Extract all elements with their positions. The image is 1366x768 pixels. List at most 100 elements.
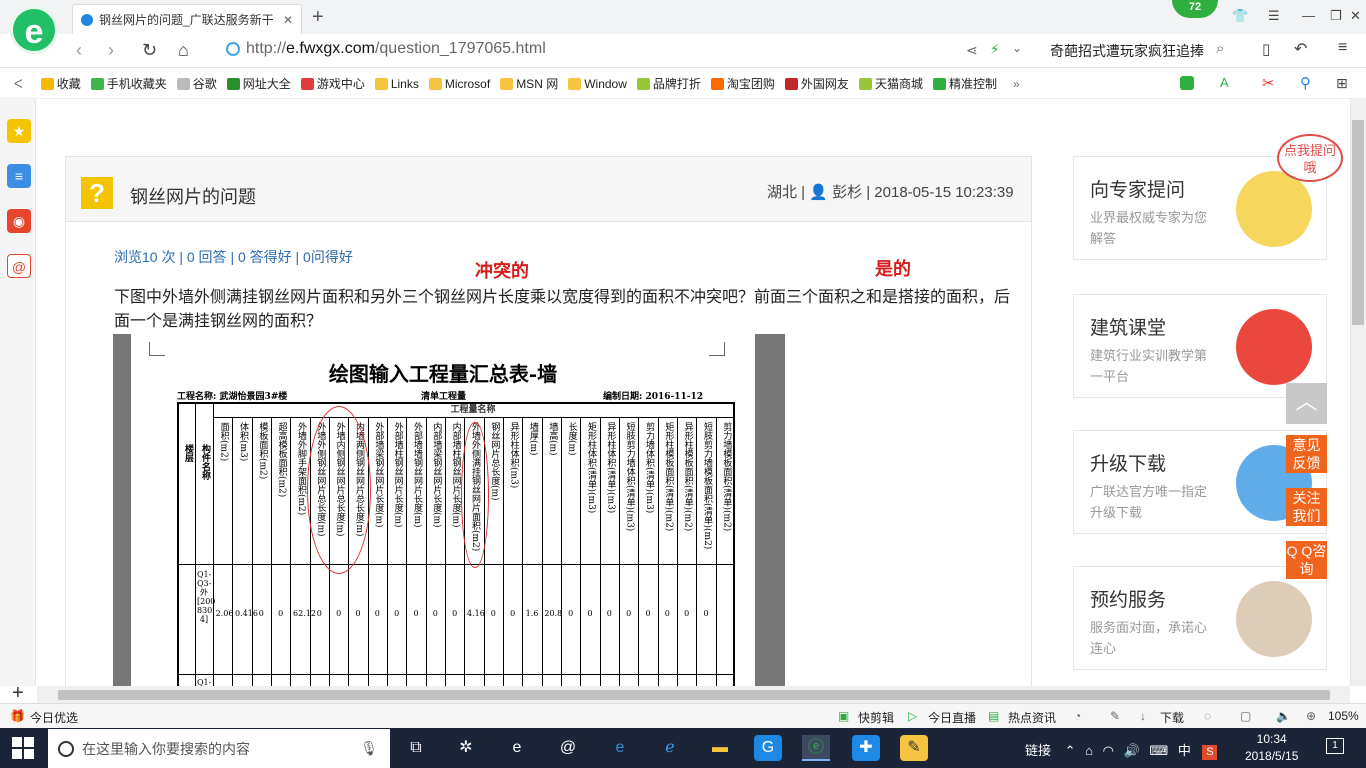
ask-bubble[interactable]: 点我提问哦	[1277, 134, 1343, 182]
weibo-icon[interactable]: ◉	[7, 209, 31, 233]
back-to-top-button[interactable]: ︿	[1286, 383, 1327, 424]
volume-icon[interactable]: 🔊	[1124, 743, 1140, 758]
wifi-icon[interactable]: ◠	[1103, 743, 1114, 758]
forward-icon[interactable]: ›	[108, 40, 114, 61]
search-icon[interactable]: ⌕	[1216, 40, 1224, 57]
active-tab[interactable]: 钢丝网片的问题_广联达服务新干 ✕	[72, 4, 302, 34]
table-column-line	[271, 418, 272, 686]
status-download[interactable]: 下载	[1160, 709, 1184, 726]
bookmark-item[interactable]: 品牌打折	[636, 75, 701, 92]
bookmark-label: Links	[390, 76, 419, 91]
search-suggestion[interactable]: 奇葩招式遭玩家疯狂追捧	[1050, 41, 1204, 61]
status-today-picks[interactable]: 今日优选	[30, 709, 78, 726]
status-item[interactable]: 今日直播	[928, 709, 976, 726]
sound-icon[interactable]: 🔈	[1276, 709, 1291, 723]
more-menu-icon[interactable]: ≡	[1338, 39, 1347, 57]
bookmark-item[interactable]: 游戏中心	[300, 75, 365, 92]
glodon-g-icon[interactable]: G	[754, 735, 782, 761]
plus-app-icon[interactable]: ✚	[852, 735, 880, 761]
restore-button[interactable]: ❐	[1330, 8, 1342, 24]
add-sidebar-icon[interactable]: +	[12, 682, 24, 705]
browser-logo-icon[interactable]: e	[10, 6, 58, 54]
bookmark-item[interactable]: Microsof	[428, 77, 490, 91]
ime-indicator[interactable]: 中	[1178, 743, 1191, 758]
home-icon[interactable]: ⌂	[178, 40, 189, 61]
bookmark-item[interactable]: 手机收藏夹	[90, 75, 167, 92]
shield-icon[interactable]	[1180, 76, 1194, 90]
bookmark-item[interactable]: 网址大全	[226, 75, 291, 92]
sidebar-card[interactable]: 预约服务 服务面对面，承诺心连心	[1073, 566, 1327, 670]
edge-icon[interactable]: e	[606, 735, 634, 761]
reload-icon[interactable]: ↻	[142, 40, 157, 61]
tools-icon[interactable]: ✎	[1110, 709, 1120, 723]
table-column-header: 外墙外脚手架面积(m2)	[296, 422, 306, 516]
back-icon[interactable]: ‹	[76, 40, 82, 61]
translate-icon[interactable]: A	[1220, 75, 1229, 90]
star-icon[interactable]: ★	[7, 119, 31, 143]
table-cell: 0	[703, 609, 709, 618]
bookmark-item[interactable]: 天猫商城	[858, 75, 923, 92]
file-explorer-icon[interactable]: ▬	[706, 735, 734, 761]
new-tab-button[interactable]: +	[312, 6, 324, 29]
menu-icon[interactable]: ☰	[1268, 8, 1280, 24]
email-icon[interactable]: @	[7, 254, 31, 278]
window-icon[interactable]: ▢	[1240, 709, 1251, 723]
bookmark-item[interactable]: MSN 网	[500, 75, 558, 92]
browser-e-icon[interactable]: e	[503, 735, 531, 761]
table-column-header: 外部墙墙钢丝网片长度(m)	[412, 422, 422, 528]
question-meta: 湖北 | 👤 彭杉 | 2018-05-15 10:23:39	[767, 184, 1014, 201]
bookmark-item[interactable]: 淘宝团购	[710, 75, 775, 92]
network-icon[interactable]: ⌂	[1085, 743, 1093, 758]
tray-chevron-icon[interactable]: ⌃	[1065, 743, 1076, 758]
table-cell: 0	[626, 609, 632, 618]
tray-link-label[interactable]: 链接	[1025, 743, 1051, 758]
pinwheel-app-icon[interactable]: ✲	[452, 735, 480, 761]
question-stats[interactable]: 浏览10 次 | 0 回答 | 0 答得好 | 0问得好	[114, 247, 353, 267]
active-browser-icon[interactable]: ⓔ	[802, 735, 830, 761]
feedback-button[interactable]: 意见反馈	[1286, 435, 1327, 473]
keyboard-icon[interactable]: ⌨	[1149, 743, 1168, 758]
vertical-scroll-thumb[interactable]	[1352, 120, 1364, 325]
undo-icon[interactable]: ↶	[1294, 39, 1307, 59]
lightning-icon[interactable]: ⚡	[990, 41, 1000, 58]
taskbar-search[interactable]: 在这里输入你要搜索的内容 🎙	[48, 729, 390, 768]
microphone-icon[interactable]: 🎙	[360, 740, 378, 757]
phone-icon[interactable]: ▯	[1262, 40, 1270, 58]
bookmark-item[interactable]: Window	[568, 77, 627, 91]
bookmark-item[interactable]: 外国网友	[784, 75, 849, 92]
ie-icon[interactable]: ℯ	[656, 735, 684, 761]
url-field[interactable]: http://e.fwxgx.com/question_1797065.html	[226, 40, 546, 58]
spiral-app-icon[interactable]: @	[554, 735, 582, 761]
scissors-icon[interactable]: ✂	[1262, 74, 1275, 92]
task-view-icon[interactable]: ⧉	[402, 735, 430, 761]
list-icon[interactable]: ≡	[7, 164, 31, 188]
status-item[interactable]: 快剪辑	[858, 709, 894, 726]
more-bookmarks-icon[interactable]: »	[1013, 77, 1020, 91]
shirt-icon[interactable]: 👕	[1232, 8, 1248, 24]
sogou-s-icon[interactable]: S	[1202, 745, 1218, 760]
apps-grid-icon[interactable]: ⊞	[1336, 75, 1348, 92]
bookmark-item[interactable]: 精准控制	[932, 75, 997, 92]
chevron-down-icon[interactable]: ⌄	[1012, 41, 1022, 55]
qq-consult-button[interactable]: Q Q咨询	[1286, 541, 1327, 579]
bookmark-item[interactable]: Links	[374, 76, 419, 91]
tab-close-icon[interactable]: ✕	[283, 13, 293, 27]
minimize-button[interactable]: —	[1302, 8, 1315, 23]
bookmark-item[interactable]: 收藏	[40, 75, 81, 92]
zoom-level[interactable]: 105%	[1328, 709, 1359, 723]
sidebar-toggle-icon[interactable]: ᐸ	[14, 77, 23, 91]
windows-start-icon[interactable]	[12, 737, 34, 759]
notification-center-icon[interactable]: 1	[1326, 738, 1344, 754]
horizontal-scroll-thumb[interactable]	[58, 690, 1330, 700]
notes-app-icon[interactable]: ✎	[900, 735, 928, 761]
close-window-button[interactable]: ✕	[1350, 8, 1361, 24]
status-item[interactable]: 热点资讯	[1008, 709, 1056, 726]
magnifier-icon[interactable]: ⚲	[1300, 74, 1311, 92]
share-icon[interactable]: ⋖	[966, 42, 978, 59]
follow-button[interactable]: 关注我们	[1286, 488, 1327, 526]
bookmark-item[interactable]: 谷歌	[176, 75, 217, 92]
annotation-yes: 是的	[875, 259, 911, 279]
clean-icon[interactable]: ◌	[1204, 709, 1211, 723]
speed-icon[interactable]: ◔	[1074, 709, 1081, 723]
clock[interactable]: 10:34 2018/5/15	[1245, 731, 1298, 765]
